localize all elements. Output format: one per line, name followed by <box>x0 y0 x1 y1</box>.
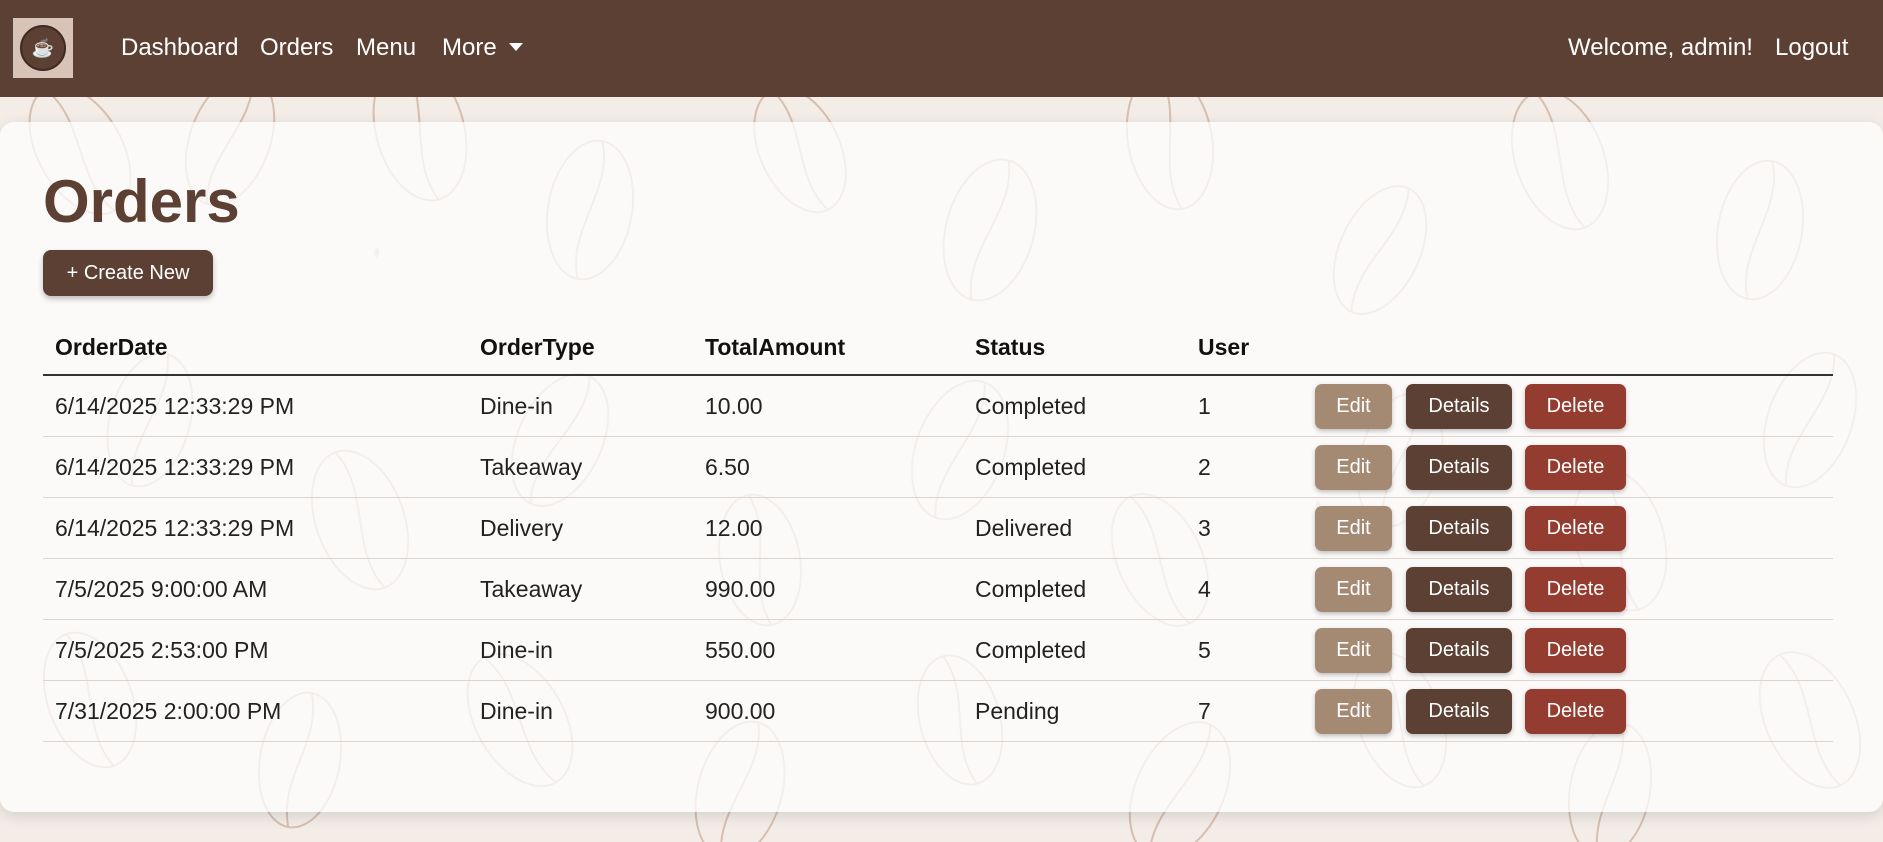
cell-order-date: 6/14/2025 12:33:29 PM <box>55 515 295 541</box>
nav-link-menu[interactable]: Menu <box>356 34 416 62</box>
cell-user: 2 <box>1198 454 1211 480</box>
cell-status: Completed <box>975 576 1087 602</box>
cell-status: Completed <box>975 454 1087 480</box>
cell-order-date: 6/14/2025 12:33:29 PM <box>55 454 295 480</box>
delete-button[interactable]: Delete <box>1525 567 1626 612</box>
nav-link-more-label: More <box>442 34 497 61</box>
header-user: User <box>1198 334 1250 360</box>
nav-link-dashboard[interactable]: Dashboard <box>121 34 238 62</box>
nav-link-orders[interactable]: Orders <box>260 34 333 62</box>
edit-button[interactable]: Edit <box>1315 567 1392 612</box>
details-button[interactable]: Details <box>1406 445 1512 490</box>
cell-total-amount: 6.50 <box>705 454 750 480</box>
cell-order-type: Dine-in <box>480 698 553 724</box>
details-button[interactable]: Details <box>1406 689 1512 734</box>
cell-user: 3 <box>1198 515 1211 541</box>
brand-logo[interactable]: ☕ <box>13 18 73 78</box>
cell-order-type: Dine-in <box>480 637 553 663</box>
caret-down-icon <box>508 42 523 51</box>
edit-button[interactable]: Edit <box>1315 506 1392 551</box>
cell-user: 1 <box>1198 393 1211 419</box>
edit-button[interactable]: Edit <box>1315 384 1392 429</box>
cell-order-type: Dine-in <box>480 393 553 419</box>
cell-order-type: Takeaway <box>480 576 583 602</box>
cell-user: 7 <box>1198 698 1211 724</box>
cell-status: Delivered <box>975 515 1073 541</box>
header-status: Status <box>975 334 1046 360</box>
cell-total-amount: 900.00 <box>705 698 776 724</box>
edit-button[interactable]: Edit <box>1315 628 1392 673</box>
details-button[interactable]: Details <box>1406 506 1512 551</box>
cell-user: 4 <box>1198 576 1211 602</box>
delete-button[interactable]: Delete <box>1525 506 1626 551</box>
delete-button[interactable]: Delete <box>1525 689 1626 734</box>
top-navbar: ☕ Dashboard Orders Menu More Welcome, ad… <box>0 0 1883 97</box>
table-row: 6/14/2025 12:33:29 PM Takeaway 6.50 Comp… <box>43 437 1833 498</box>
welcome-text: Welcome, admin! <box>1568 34 1753 61</box>
cell-order-date: 6/14/2025 12:33:29 PM <box>55 393 295 419</box>
delete-button[interactable]: Delete <box>1525 445 1626 490</box>
cell-order-type: Delivery <box>480 515 564 541</box>
page-title: Orders <box>43 168 240 235</box>
edit-button[interactable]: Edit <box>1315 689 1392 734</box>
edit-button[interactable]: Edit <box>1315 445 1392 490</box>
table-row: 7/5/2025 2:53:00 PM Dine-in 550.00 Compl… <box>43 620 1833 681</box>
cell-total-amount: 550.00 <box>705 637 776 663</box>
details-button[interactable]: Details <box>1406 628 1512 673</box>
create-new-button[interactable]: + Create New <box>43 250 213 296</box>
header-order-date: OrderDate <box>55 334 168 360</box>
table-row: 6/14/2025 12:33:29 PM Dine-in 10.00 Comp… <box>43 376 1833 437</box>
table-row: 7/5/2025 9:00:00 AM Takeaway 990.00 Comp… <box>43 559 1833 620</box>
delete-button[interactable]: Delete <box>1525 628 1626 673</box>
orders-table: OrderDate OrderType TotalAmount Status U… <box>43 322 1833 742</box>
cell-order-date: 7/5/2025 9:00:00 AM <box>55 576 268 602</box>
cell-total-amount: 990.00 <box>705 576 776 602</box>
cell-total-amount: 10.00 <box>705 393 763 419</box>
coffee-cup-icon: ☕ <box>20 25 66 71</box>
cell-status: Completed <box>975 637 1087 663</box>
nav-dropdown-more[interactable]: More <box>442 34 523 62</box>
table-header: OrderDate OrderType TotalAmount Status U… <box>43 322 1833 376</box>
details-button[interactable]: Details <box>1406 567 1512 612</box>
cell-order-date: 7/31/2025 2:00:00 PM <box>55 698 282 724</box>
logout-link[interactable]: Logout <box>1775 34 1848 62</box>
table-row: 7/31/2025 2:00:00 PM Dine-in 900.00 Pend… <box>43 681 1833 742</box>
cell-status: Pending <box>975 698 1060 724</box>
header-order-type: OrderType <box>480 334 595 360</box>
cell-order-type: Takeaway <box>480 454 583 480</box>
details-button[interactable]: Details <box>1406 384 1512 429</box>
cell-order-date: 7/5/2025 2:53:00 PM <box>55 637 269 663</box>
cell-total-amount: 12.00 <box>705 515 763 541</box>
header-total-amount: TotalAmount <box>705 334 846 360</box>
delete-button[interactable]: Delete <box>1525 384 1626 429</box>
cell-status: Completed <box>975 393 1087 419</box>
table-row: 6/14/2025 12:33:29 PM Delivery 12.00 Del… <box>43 498 1833 559</box>
cell-user: 5 <box>1198 637 1211 663</box>
